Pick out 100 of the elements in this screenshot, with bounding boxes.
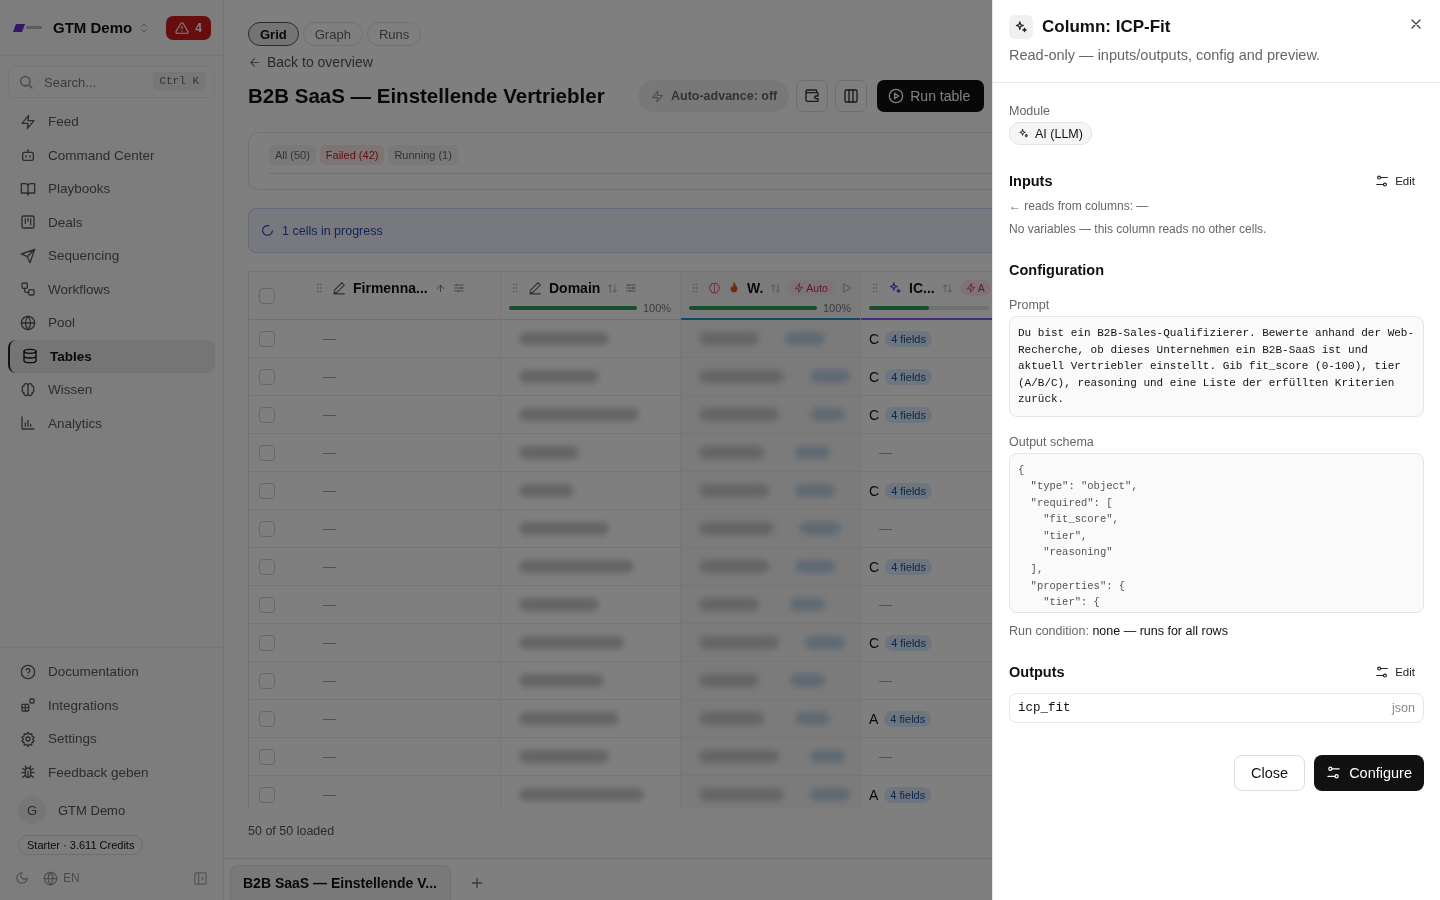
row-checkbox[interactable] [259, 520, 275, 537]
columns-button[interactable] [835, 80, 868, 112]
bar-chart-icon [20, 415, 36, 432]
row-checkbox[interactable] [259, 634, 275, 651]
tier-value: C [869, 330, 880, 347]
flame-icon [728, 282, 740, 294]
sort-up-icon[interactable] [434, 282, 446, 294]
workflow-icon [20, 281, 36, 298]
tier-value: A [869, 786, 879, 803]
row-checkbox[interactable] [259, 368, 275, 385]
sidebar-item[interactable]: Workflows [8, 272, 215, 306]
edit-button[interactable]: Edit [1375, 664, 1424, 679]
tier-value: A [869, 710, 879, 727]
select-all-checkbox[interactable] [259, 287, 275, 304]
blurred-badge [795, 560, 835, 573]
progress-reading: 100% [643, 302, 672, 314]
column-menu-icon[interactable] [452, 282, 465, 294]
tier-value: C [869, 634, 880, 651]
workspace-name: GTM Demo [53, 19, 133, 36]
table-cell: — [323, 521, 336, 536]
globe-icon [20, 314, 36, 331]
auto-advance-button[interactable]: Auto-advance: off [638, 80, 790, 112]
play-icon[interactable] [840, 282, 853, 294]
row-checkbox[interactable] [259, 596, 275, 613]
sidebar-item[interactable]: Feed [8, 105, 215, 139]
table-cell: — [323, 407, 336, 422]
filter-chip[interactable]: Running (1) [388, 145, 458, 165]
drag-handle-icon[interactable] [313, 282, 325, 294]
sidebar-item[interactable]: Tables [8, 339, 215, 373]
empty-value: — [879, 673, 892, 688]
row-checkbox[interactable] [259, 444, 275, 461]
blurred-text [519, 446, 579, 459]
filter-chip[interactable]: All (50) [269, 145, 316, 165]
fields-badge[interactable]: 4 fields [884, 710, 932, 727]
sort-icon[interactable] [941, 282, 953, 294]
sidebar-item[interactable]: Command Center [8, 138, 215, 172]
output-type: json [1392, 700, 1415, 715]
fields-badge[interactable]: 4 fields [885, 482, 932, 499]
edit-button[interactable]: Edit [1375, 174, 1424, 188]
run-table-button[interactable]: Run table [877, 80, 985, 112]
row-checkbox[interactable] [259, 482, 275, 499]
sort-icon[interactable] [770, 282, 782, 294]
sidebar-item[interactable]: Sequencing [8, 239, 215, 273]
row-checkbox[interactable] [259, 710, 275, 727]
sidebar-item[interactable]: Feedback geben [8, 755, 215, 789]
alert-badge[interactable]: 4 [166, 15, 211, 40]
row-checkbox[interactable] [259, 786, 275, 803]
sidebar-item[interactable]: Wissen [8, 373, 215, 407]
fields-badge[interactable]: 4 fields [885, 406, 932, 423]
sidebar-item[interactable]: Deals [8, 205, 215, 239]
fields-badge[interactable]: 4 fields [885, 368, 932, 385]
view-tab[interactable]: Grid [248, 22, 299, 46]
sidebar-item[interactable]: Analytics [8, 406, 215, 440]
sort-icon[interactable] [607, 282, 619, 294]
blurred-badge [795, 446, 830, 459]
sidebar-toggle-icon[interactable] [193, 870, 208, 886]
blurred-badge [790, 598, 825, 611]
column-title: W. [747, 280, 764, 296]
fields-badge[interactable]: 4 fields [884, 786, 932, 803]
fields-badge[interactable]: 4 fields [885, 330, 932, 347]
spinner-icon [261, 224, 274, 237]
run-condition-value: none — runs for all rows [1092, 623, 1228, 638]
table-cell: — [323, 483, 336, 498]
row-checkbox[interactable] [259, 330, 275, 347]
table-cell: — [323, 559, 336, 574]
view-tab[interactable]: Runs [366, 22, 422, 46]
filter-chip[interactable]: Failed (42) [319, 145, 385, 165]
sidebar-item[interactable]: Settings [8, 722, 215, 756]
sidebar-item[interactable]: Documentation [8, 655, 215, 689]
drag-handle-icon[interactable] [869, 282, 881, 294]
row-checkbox[interactable] [259, 558, 275, 575]
wallet-button[interactable] [796, 80, 829, 112]
brain-icon [20, 381, 36, 398]
close-button[interactable]: Close [1234, 754, 1306, 791]
book-icon [20, 180, 36, 197]
blurred-badge [800, 522, 840, 535]
fields-badge[interactable]: 4 fields [885, 634, 932, 651]
sidebar-item[interactable]: Integrations [8, 688, 215, 722]
sidebar-item[interactable]: Pool [8, 306, 215, 340]
view-tab[interactable]: Graph [302, 22, 363, 46]
fields-badge[interactable]: 4 fields [885, 558, 932, 575]
column-title: Firmenna... [353, 280, 428, 296]
row-checkbox[interactable] [259, 672, 275, 689]
plan-badge: Starter · 3.611 Credits [18, 835, 144, 855]
field-label: Output schema [1009, 434, 1095, 449]
drag-handle-icon[interactable] [509, 282, 521, 294]
table-cell: — [323, 369, 336, 384]
moon-icon[interactable] [15, 871, 29, 885]
configure-button[interactable]: Configure [1314, 754, 1424, 791]
sheet-tab[interactable]: B2B SaaS — Einstellende V... [230, 865, 451, 900]
back-link[interactable]: Back to overview [248, 52, 992, 72]
globe-icon[interactable] [43, 870, 58, 886]
tier-value: C [869, 558, 880, 575]
user-menu[interactable]: G GTM Demo [18, 793, 223, 827]
row-checkbox[interactable] [259, 406, 275, 423]
drag-handle-icon[interactable] [689, 282, 701, 294]
column-menu-icon[interactable] [625, 282, 638, 294]
row-checkbox[interactable] [259, 748, 275, 765]
sidebar-item[interactable]: Playbooks [8, 172, 215, 206]
field-label: Module [1009, 104, 1051, 118]
